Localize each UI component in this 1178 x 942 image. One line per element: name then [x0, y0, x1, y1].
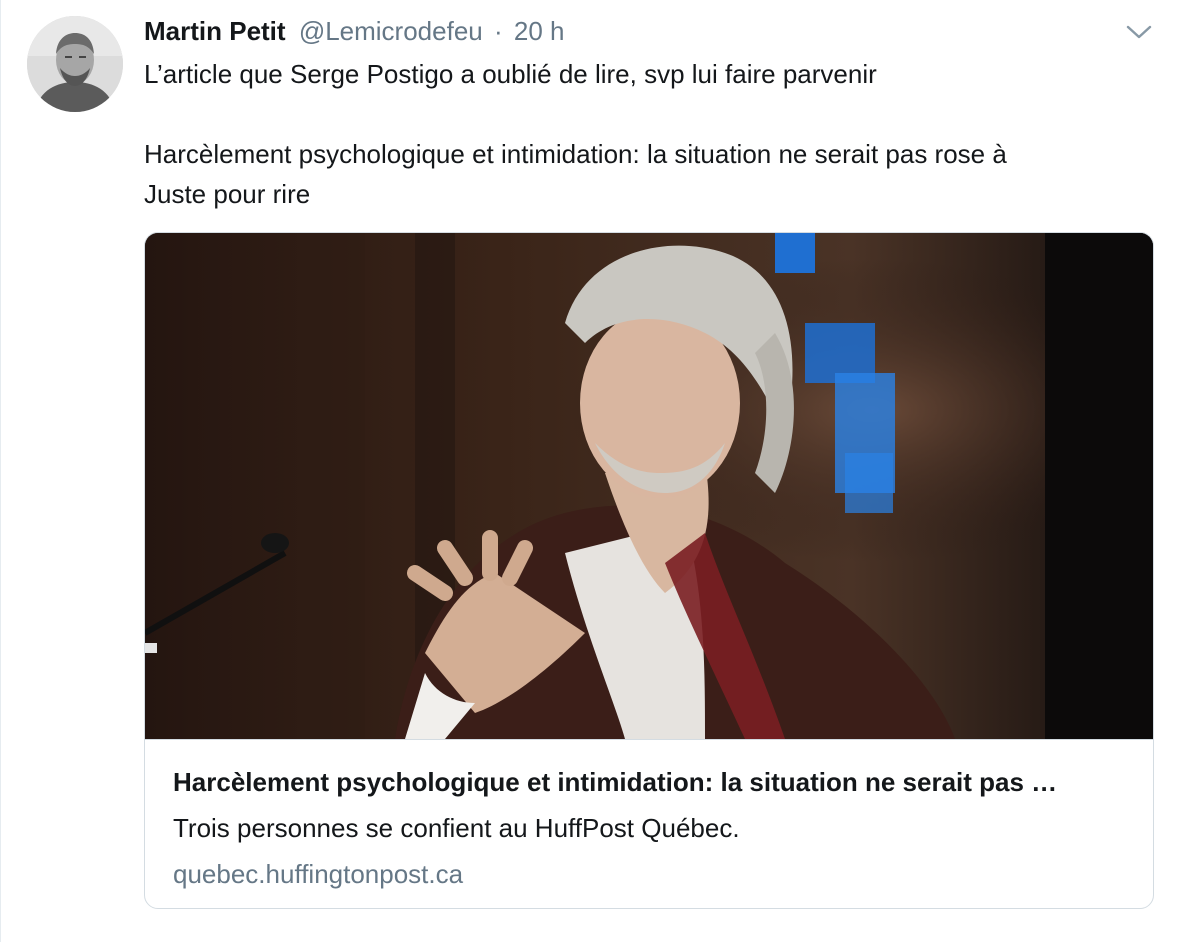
card-domain-text[interactable]: quebec.huffingtonpost.ca: [173, 859, 463, 889]
tweet-container: Martin Petit @Lemicrodefeu · 20 h L’arti…: [0, 0, 1178, 942]
tweet-timestamp[interactable]: 20 h: [514, 16, 565, 46]
card-domain: quebec.huffingtonpost.ca: [173, 856, 463, 892]
tweet-header: Martin Petit @Lemicrodefeu · 20 h: [144, 14, 565, 48]
tweet-text-line: Harcèlement psychologique et intimidatio…: [144, 139, 1007, 169]
card-photo: [145, 233, 1153, 739]
tweet-menu-button[interactable]: [1125, 20, 1153, 44]
separator-dot: ·: [493, 16, 503, 46]
avatar-photo: [27, 16, 123, 112]
tweet-text-line: Juste pour rire: [144, 179, 311, 209]
card-description: Trois personnes se confient au HuffPost …: [173, 813, 740, 843]
tweet-text-line: L’article que Serge Postigo a oublié de …: [144, 59, 877, 89]
link-preview-card[interactable]: Harcèlement psychologique et intimidatio…: [144, 232, 1154, 909]
chevron-down-icon: [1126, 25, 1152, 39]
card-image: [145, 233, 1153, 739]
card-body: Harcèlement psychologique et intimidatio…: [145, 739, 1153, 908]
tweet-text: L’article que Serge Postigo a oublié de …: [144, 54, 1134, 214]
author-handle[interactable]: @Lemicrodefeu: [299, 16, 483, 46]
card-title[interactable]: Harcèlement psychologique et intimidatio…: [173, 764, 1133, 800]
avatar[interactable]: [27, 16, 123, 112]
author-name[interactable]: Martin Petit: [144, 16, 286, 46]
